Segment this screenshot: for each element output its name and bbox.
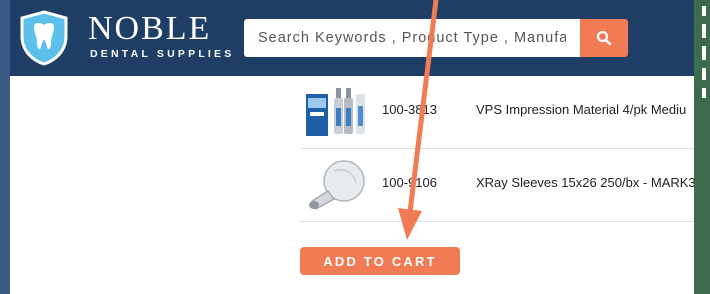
brand-tagline: DENTAL SUPPLIES (90, 48, 235, 60)
site-header: NOBLE DENTAL SUPPLIES (10, 0, 694, 76)
product-description[interactable]: VPS Impression Material 4/pk Mediu (476, 102, 686, 117)
page-frame: NOBLE DENTAL SUPPLIES 100-3813 VPS Impre… (10, 0, 694, 294)
search-input[interactable] (244, 19, 580, 57)
strip-glyph (702, 24, 706, 38)
tooth-shield-icon[interactable] (18, 10, 70, 66)
product-row: 100-3813 VPS Impression Material 4/pk Me… (300, 76, 694, 149)
brand-name[interactable]: NOBLE (88, 12, 211, 46)
search-button[interactable] (580, 19, 628, 57)
add-to-cart-button[interactable]: ADD TO CART (300, 247, 460, 275)
product-row: 100-9106 XRay Sleeves 15x26 250/bx - MAR… (300, 149, 694, 222)
xray-sleeve-icon[interactable] (304, 157, 368, 213)
product-sku: 100-9106 (382, 175, 437, 190)
product-sku: 100-3813 (382, 102, 437, 117)
search-icon (596, 30, 612, 46)
side-strip (694, 0, 710, 294)
strip-glyph (702, 46, 706, 60)
product-description[interactable]: XRay Sleeves 15x26 250/bx - MARK3 (476, 175, 694, 190)
strip-glyph (702, 6, 706, 16)
strip-glyph (702, 88, 706, 98)
impression-cartridges-icon[interactable] (304, 84, 368, 140)
strip-glyph (702, 68, 706, 80)
